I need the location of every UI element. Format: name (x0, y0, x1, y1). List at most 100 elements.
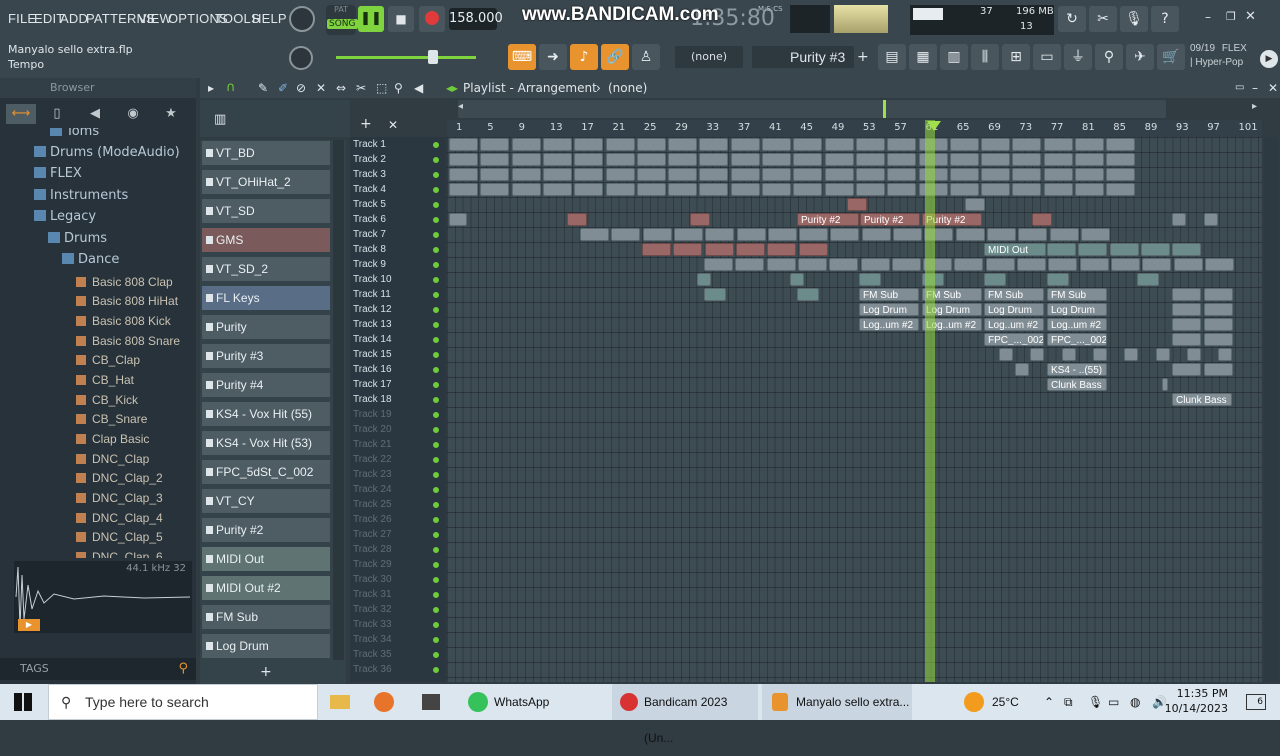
stop-button[interactable]: ■ (388, 6, 414, 32)
playlist-clip[interactable]: Log Drum (1047, 303, 1107, 316)
playlist-clip[interactable] (449, 138, 478, 151)
folder-drums[interactable]: Drums (48, 231, 107, 246)
playlist-clip[interactable] (1137, 273, 1159, 286)
playlist-clip[interactable] (1204, 363, 1233, 376)
track-mute-led[interactable] (432, 381, 440, 389)
playlist-clip[interactable] (1061, 348, 1076, 361)
folder-dance[interactable]: Dance (62, 252, 119, 267)
sample-item[interactable]: DNC_Clap_5 (76, 530, 163, 544)
playlist-clip[interactable] (887, 138, 917, 151)
picker-item[interactable]: MIDI Out (202, 547, 330, 571)
playlist-clip[interactable] (542, 138, 572, 151)
playlist-clip[interactable] (799, 228, 829, 241)
track-header[interactable]: Track 13 (350, 317, 446, 332)
track-header[interactable]: Track 17 (350, 377, 446, 392)
playlist-clip[interactable] (887, 183, 917, 196)
playlist-close-button[interactable]: ✕ (1268, 78, 1278, 98)
taskbar-search[interactable]: ⚲ Type here to search (48, 684, 318, 720)
track-header[interactable]: Track 6 (350, 212, 446, 227)
track-header[interactable]: Track 22 (350, 452, 446, 467)
playlist-clip[interactable] (955, 228, 985, 241)
track-header[interactable]: Track 20 (350, 422, 446, 437)
playlist-clip[interactable] (636, 183, 666, 196)
playlist-clip[interactable] (1106, 168, 1136, 181)
playlist-clip[interactable] (984, 273, 1006, 286)
track-mute-led[interactable] (432, 576, 440, 584)
brush-icon[interactable]: ✐ (278, 78, 288, 98)
track-mute-led[interactable] (432, 171, 440, 179)
track-mute-led[interactable] (432, 426, 440, 434)
track-header[interactable]: Track 14 (350, 332, 446, 347)
track-mute-led[interactable] (432, 486, 440, 494)
folder-drums-modeaudio[interactable]: Drums (ModeAudio) (34, 145, 180, 160)
typing-keyboard-icon[interactable]: ⌨ (508, 44, 536, 70)
track-mute-led[interactable] (432, 306, 440, 314)
sample-item[interactable]: CB_Hat (76, 373, 134, 387)
playlist-clip[interactable] (1078, 243, 1108, 256)
playlist-clip[interactable] (1017, 258, 1046, 271)
playlist-clip[interactable] (1172, 333, 1201, 346)
playlist-clip[interactable] (1049, 228, 1079, 241)
playback-icon[interactable]: ◀ (414, 78, 423, 98)
track-mute-led[interactable] (432, 201, 440, 209)
track-header[interactable]: Track 16 (350, 362, 446, 377)
playlist-clip[interactable] (1043, 138, 1073, 151)
tray-app-icon[interactable]: ⧉ (1064, 684, 1080, 720)
mute-icon[interactable]: ✕ (316, 78, 326, 98)
playlist-clip[interactable] (449, 168, 478, 181)
track-header[interactable]: Track 8 (350, 242, 446, 257)
track-header[interactable]: Track 4 (350, 182, 446, 197)
scroll-left-icon[interactable]: ◂ (458, 101, 463, 112)
speaker-icon[interactable]: ◀ (80, 104, 110, 124)
sample-item[interactable]: Basic 808 HiHat (76, 294, 178, 308)
track-header[interactable]: Track 27 (350, 527, 446, 542)
menu-help[interactable]: HELP (252, 11, 287, 26)
playlist-clip[interactable]: FM Sub (859, 288, 919, 301)
track-header[interactable]: Track 31 (350, 587, 446, 602)
folder-toms[interactable]: Toms (50, 128, 99, 139)
plugin-icon[interactable]: ▭ (1033, 44, 1061, 70)
mic-tray-icon[interactable]: 🎙 (1088, 684, 1103, 720)
track-mute-led[interactable] (432, 141, 440, 149)
track-mute-led[interactable] (432, 666, 440, 674)
delete-icon[interactable]: ⊘ (296, 78, 306, 98)
track-header[interactable]: Track 21 (350, 437, 446, 452)
link-icon[interactable]: 🔗 (601, 44, 629, 70)
playlist-clip[interactable] (690, 213, 710, 226)
step-edit-icon[interactable]: ➜ (539, 44, 567, 70)
file-explorer-icon[interactable] (330, 684, 356, 720)
playlist-clip[interactable] (860, 258, 890, 271)
playlist-clip[interactable] (1204, 258, 1234, 271)
playlist-clip[interactable] (480, 168, 510, 181)
playlist-clip[interactable] (1106, 138, 1136, 151)
playlist-clip[interactable] (1030, 348, 1045, 361)
playlist-clip[interactable] (730, 138, 760, 151)
taskbar-whatsapp[interactable]: WhatsApp (462, 684, 562, 720)
picker-item[interactable]: KS4 - Vox Hit (55) (202, 402, 330, 426)
track-header[interactable]: Track 9 (350, 257, 446, 272)
playlist-overview-scrollbar[interactable] (458, 100, 1166, 118)
playlist-clip[interactable]: Log..um #2 (859, 318, 919, 331)
playlist-clip[interactable] (1080, 228, 1110, 241)
playlist-clip[interactable] (762, 183, 791, 196)
playlist-clip[interactable] (730, 168, 760, 181)
playlist-clip[interactable] (954, 258, 984, 271)
playlist-clip[interactable] (847, 198, 867, 211)
playlist-clip[interactable] (668, 153, 698, 166)
timeline-ruler[interactable]: 1591317212529333741454953576165697377818… (447, 120, 1262, 137)
track-header[interactable]: Track 12 (350, 302, 446, 317)
playlist-clip[interactable] (1075, 138, 1104, 151)
playlist-clip[interactable] (704, 288, 726, 301)
playlist-clip[interactable] (762, 138, 791, 151)
playlist-clip[interactable] (1012, 138, 1042, 151)
playlist-clip[interactable] (574, 138, 604, 151)
sample-item[interactable]: DNC_Clap_6 (76, 550, 163, 558)
playlist-clip[interactable] (605, 183, 635, 196)
playlist-clip[interactable] (480, 153, 510, 166)
playlist-clip[interactable] (981, 153, 1011, 166)
playlist-clip[interactable] (797, 288, 819, 301)
playlist-clip[interactable] (642, 228, 672, 241)
arrangement-arrow-icon[interactable]: ◂▸ (446, 78, 458, 98)
picker-item[interactable]: Purity #2 (202, 518, 330, 542)
playlist-clip[interactable] (830, 228, 860, 241)
